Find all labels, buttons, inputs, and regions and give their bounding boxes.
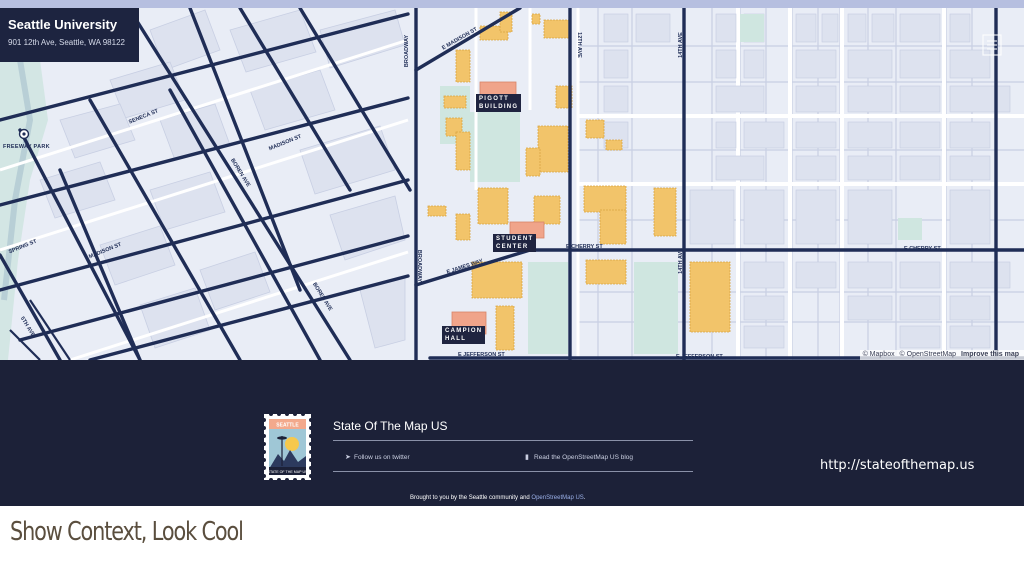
pigott-line-2: BUILDING bbox=[479, 104, 519, 110]
campion-line-1: CAMPION bbox=[445, 328, 483, 334]
bookmark-icon: ▮ bbox=[525, 454, 529, 461]
credit-suffix: . bbox=[583, 495, 586, 501]
credit-prefix: Brought to you by the Seattle community … bbox=[410, 495, 530, 501]
place-info-card: Seattle University 901 12th Ave, Seattle… bbox=[0, 8, 139, 62]
site-footer bbox=[0, 360, 1024, 506]
top-accent-bar bbox=[0, 0, 1024, 8]
building-label-student-center[interactable]: STUDENT CENTER bbox=[493, 234, 537, 252]
student-line-2: CENTER bbox=[496, 244, 529, 250]
stamp-logo: SEATTLE STATE OF THE MAP US bbox=[262, 412, 313, 482]
label-e-jefferson-st-left: E JEFFERSON ST bbox=[458, 352, 505, 358]
blog-link[interactable]: ▮ Read the OpenStreetMap US blog bbox=[525, 453, 633, 463]
credit-osm-link[interactable]: OpenStreetMap US bbox=[531, 495, 583, 501]
twitter-link[interactable]: ➤ Follow us on twitter bbox=[345, 453, 410, 463]
attribution-mapbox-link[interactable]: © Mapbox bbox=[863, 351, 895, 358]
label-14th-ave-bottom: 14TH AVE bbox=[677, 248, 684, 274]
footer-divider-top bbox=[333, 440, 693, 441]
layers-icon[interactable] bbox=[978, 30, 1006, 62]
map-attribution: © Mapbox © OpenStreetMap Improve this ma… bbox=[859, 350, 1024, 360]
label-freeway-park: FREEWAY PARK bbox=[3, 144, 50, 150]
label-e-cherry-st-mid: E CHERRY ST bbox=[566, 244, 603, 250]
attribution-osm-link[interactable]: © OpenStreetMap bbox=[900, 351, 957, 358]
footer-credit: Brought to you by the Seattle community … bbox=[410, 493, 585, 503]
label-e-cherry-st-right: E CHERRY ST bbox=[904, 246, 941, 252]
label-broadway-top: BROADWAY bbox=[404, 34, 411, 68]
place-title: Seattle University bbox=[8, 17, 118, 32]
student-line-1: STUDENT bbox=[496, 236, 534, 242]
building-label-pigott[interactable]: PIGOTT BUILDING bbox=[476, 94, 522, 112]
pigott-line-1: PIGOTT bbox=[479, 96, 510, 102]
building-label-campion-hall[interactable]: CAMPION HALL bbox=[442, 326, 486, 344]
label-14th-ave-top: 14TH AVE bbox=[677, 32, 684, 58]
label-12th-ave: 12TH AVE bbox=[575, 32, 582, 58]
footer-divider-bottom bbox=[333, 471, 693, 472]
place-address: 901 12th Ave, Seattle, WA 98122 bbox=[8, 38, 125, 47]
website-url[interactable]: http://stateofthemap.us bbox=[820, 457, 974, 475]
slide-title: Show Context, Look Cool bbox=[10, 517, 244, 547]
label-broadway-bottom: BROADWAY bbox=[416, 249, 423, 283]
campion-line-2: HALL bbox=[445, 336, 467, 342]
stamp-top-text: SEATTLE bbox=[276, 423, 299, 429]
blog-link-label: Read the OpenStreetMap US blog bbox=[534, 454, 634, 461]
footer-title: State Of The Map US bbox=[333, 419, 448, 433]
stamp-bottom-text: STATE OF THE MAP US bbox=[268, 470, 308, 474]
twitter-icon: ➤ bbox=[345, 454, 351, 461]
attribution-improve-link[interactable]: Improve this map bbox=[961, 351, 1019, 358]
twitter-link-label: Follow us on twitter bbox=[354, 454, 410, 461]
campus-map[interactable]: FREEWAY PARK SENECA ST MADISON ST MADISO… bbox=[0, 8, 1024, 360]
